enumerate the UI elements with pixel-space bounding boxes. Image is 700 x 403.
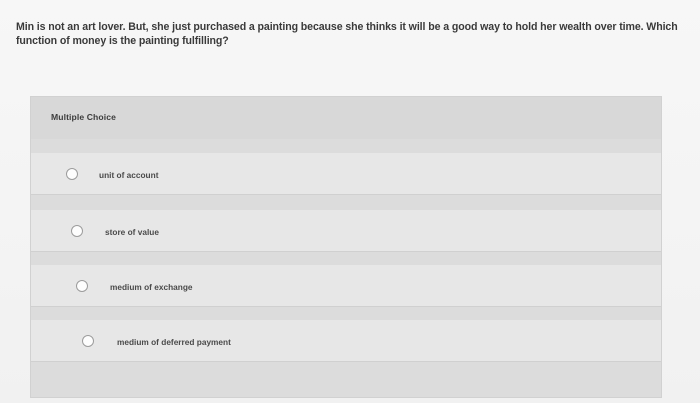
option-label: unit of account — [99, 170, 159, 180]
multiple-choice-label: Multiple Choice — [51, 112, 117, 122]
option-medium-of-exchange[interactable]: medium of exchange — [31, 264, 661, 307]
radio-button[interactable] — [82, 335, 94, 347]
radio-button[interactable] — [66, 168, 78, 180]
option-store-of-value[interactable]: store of value — [31, 209, 661, 252]
card-header: Multiple Choice — [31, 97, 661, 139]
radio-button[interactable] — [76, 280, 88, 292]
option-label: medium of exchange — [110, 282, 193, 292]
option-medium-of-deferred-payment[interactable]: medium of deferred payment — [31, 319, 661, 362]
question-text: Min is not an art lover. But, she just p… — [16, 21, 678, 47]
option-label: medium of deferred payment — [117, 337, 231, 347]
multiple-choice-card: Multiple Choice unit of account store of… — [30, 96, 662, 398]
radio-button[interactable] — [71, 225, 83, 237]
option-unit-of-account[interactable]: unit of account — [31, 152, 661, 195]
options-list: unit of account store of value medium of… — [31, 139, 661, 399]
option-label: store of value — [105, 227, 159, 237]
